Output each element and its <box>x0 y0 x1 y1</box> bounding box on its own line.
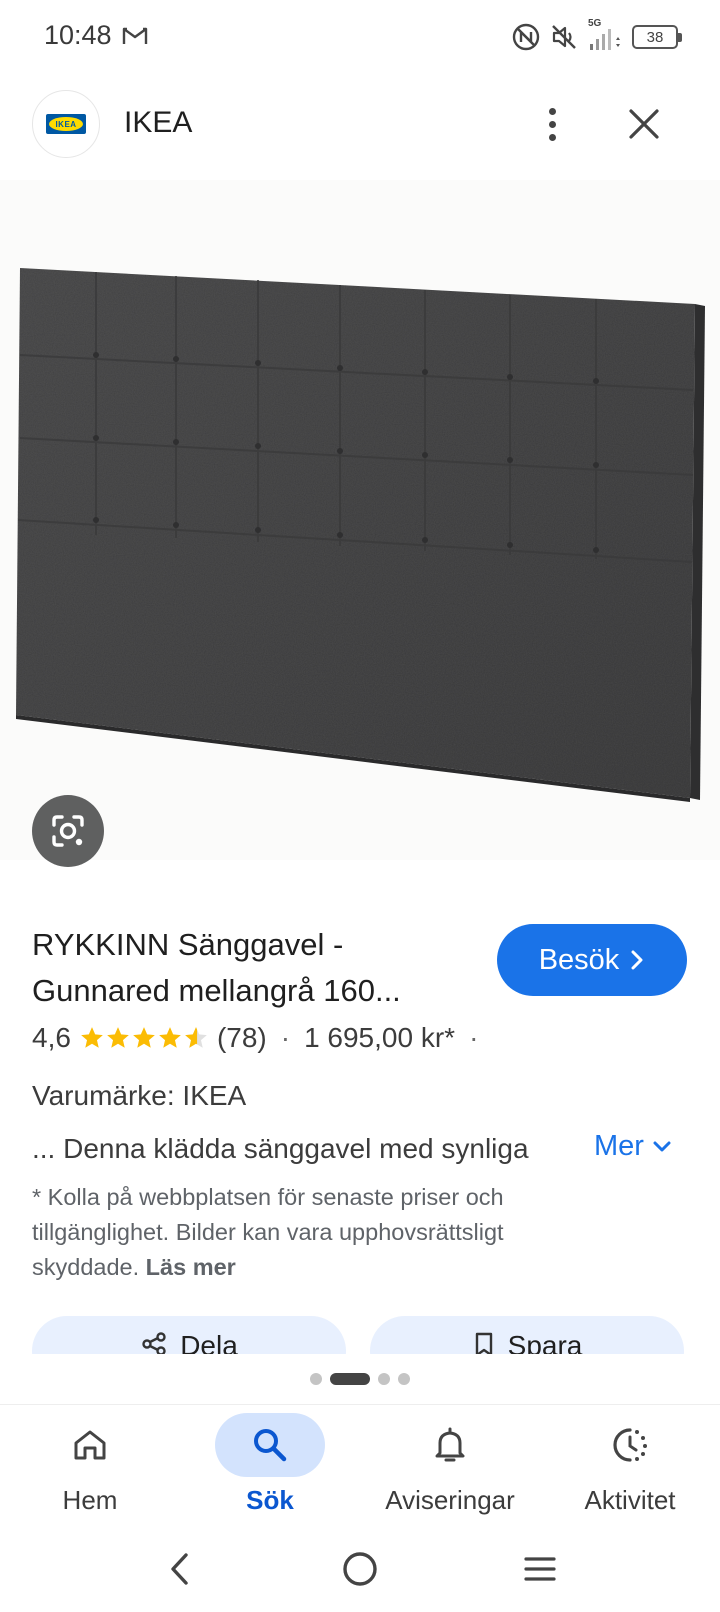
share-label: Dela <box>180 1330 238 1354</box>
nfc-icon <box>512 23 540 51</box>
disclaimer-text: * Kolla på webbplatsen för senaste prise… <box>32 1184 504 1280</box>
status-bar: 10:48 5G 38 <box>0 0 720 76</box>
nav-notifications-label: Aviseringar <box>385 1485 515 1515</box>
google-lens-button[interactable] <box>32 795 104 867</box>
headboard-image <box>16 268 705 802</box>
site-logo: IKEA <box>32 90 100 158</box>
product-image[interactable] <box>0 180 720 860</box>
read-more-link[interactable]: Läs mer <box>146 1254 236 1280</box>
star-half-icon <box>185 1027 207 1048</box>
more-options-button[interactable] <box>530 100 574 148</box>
nav-search[interactable]: Sök <box>180 1405 360 1535</box>
gmail-icon <box>122 27 148 44</box>
home-icon <box>74 1430 106 1460</box>
home-system-button[interactable] <box>330 1544 390 1594</box>
review-count[interactable]: (78) <box>217 1022 267 1054</box>
nav-home-label: Hem <box>62 1485 118 1515</box>
disclaimer: * Kolla på webbplatsen för senaste prise… <box>32 1180 592 1285</box>
share-icon <box>142 1332 166 1354</box>
save-label: Spara <box>507 1330 583 1354</box>
more-vert-icon <box>548 107 556 115</box>
bottom-navigation: Hem Sök Aviseringar Aktivitet <box>0 1404 720 1534</box>
nav-activity[interactable]: Aktivitet <box>540 1405 720 1535</box>
share-button[interactable]: Dela <box>32 1316 346 1354</box>
status-icons: 5G 38 <box>512 18 682 54</box>
action-buttons: Dela Spara <box>0 1316 720 1354</box>
menu-icon <box>524 1557 556 1581</box>
site-header: IKEA IKEA <box>0 90 720 160</box>
activity-icon <box>613 1428 647 1462</box>
rating-value: 4,6 <box>32 1022 71 1053</box>
battery-level: 38 <box>646 28 664 46</box>
home-circle-icon <box>343 1552 377 1586</box>
price: 1 695,00 kr* <box>304 1022 456 1053</box>
close-button[interactable] <box>622 102 666 146</box>
ikea-logo: IKEA <box>46 114 86 134</box>
nav-home[interactable]: Hem <box>0 1405 180 1535</box>
logo-text: IKEA <box>55 119 77 129</box>
product-title[interactable]: RYKKINN Sänggavel - Gunnared mellangrå 1… <box>32 922 482 1014</box>
rating-row: 4,6 (78) · 1 695,00 kr* · <box>32 1022 479 1054</box>
site-title: IKEA <box>124 106 193 139</box>
system-navigation-bar <box>0 1534 720 1612</box>
brand-label: Varumärke: IKEA <box>32 1080 247 1111</box>
bell-icon <box>435 1427 465 1462</box>
lens-icon <box>52 815 84 847</box>
star-icon <box>133 1027 155 1048</box>
back-button[interactable] <box>150 1544 210 1594</box>
nav-activity-label: Aktivitet <box>584 1485 676 1515</box>
more-button[interactable]: Mer <box>594 1130 672 1163</box>
page-dot <box>398 1373 410 1385</box>
product-description: ... Denna klädda sänggavel med synliga <box>32 1133 529 1164</box>
back-icon <box>171 1553 188 1585</box>
search-icon <box>254 1429 287 1462</box>
signal-icon: 5G <box>588 18 622 52</box>
rating-stars <box>79 1025 209 1051</box>
more-label: Mer <box>594 1130 644 1162</box>
visit-label: Besök <box>538 943 620 976</box>
star-icon <box>159 1027 181 1048</box>
nav-search-label: Sök <box>246 1485 294 1515</box>
star-icon <box>107 1027 129 1048</box>
chevron-down-icon <box>653 1141 671 1151</box>
status-time: 10:48 <box>44 20 112 50</box>
star-icon <box>81 1027 103 1048</box>
page-dot <box>378 1373 390 1385</box>
visit-button[interactable]: Besök <box>497 924 687 996</box>
nav-notifications[interactable]: Aviseringar <box>360 1405 540 1535</box>
page-dot-active <box>330 1373 370 1385</box>
mute-icon <box>552 25 576 49</box>
battery-icon: 38 <box>632 25 682 49</box>
recents-button[interactable] <box>510 1544 570 1594</box>
chevron-right-icon <box>631 950 643 970</box>
bookmark-icon <box>475 1332 492 1354</box>
page-dot <box>310 1373 322 1385</box>
page-indicator <box>0 1373 720 1385</box>
save-button[interactable]: Spara <box>370 1316 684 1354</box>
close-icon <box>629 109 659 139</box>
